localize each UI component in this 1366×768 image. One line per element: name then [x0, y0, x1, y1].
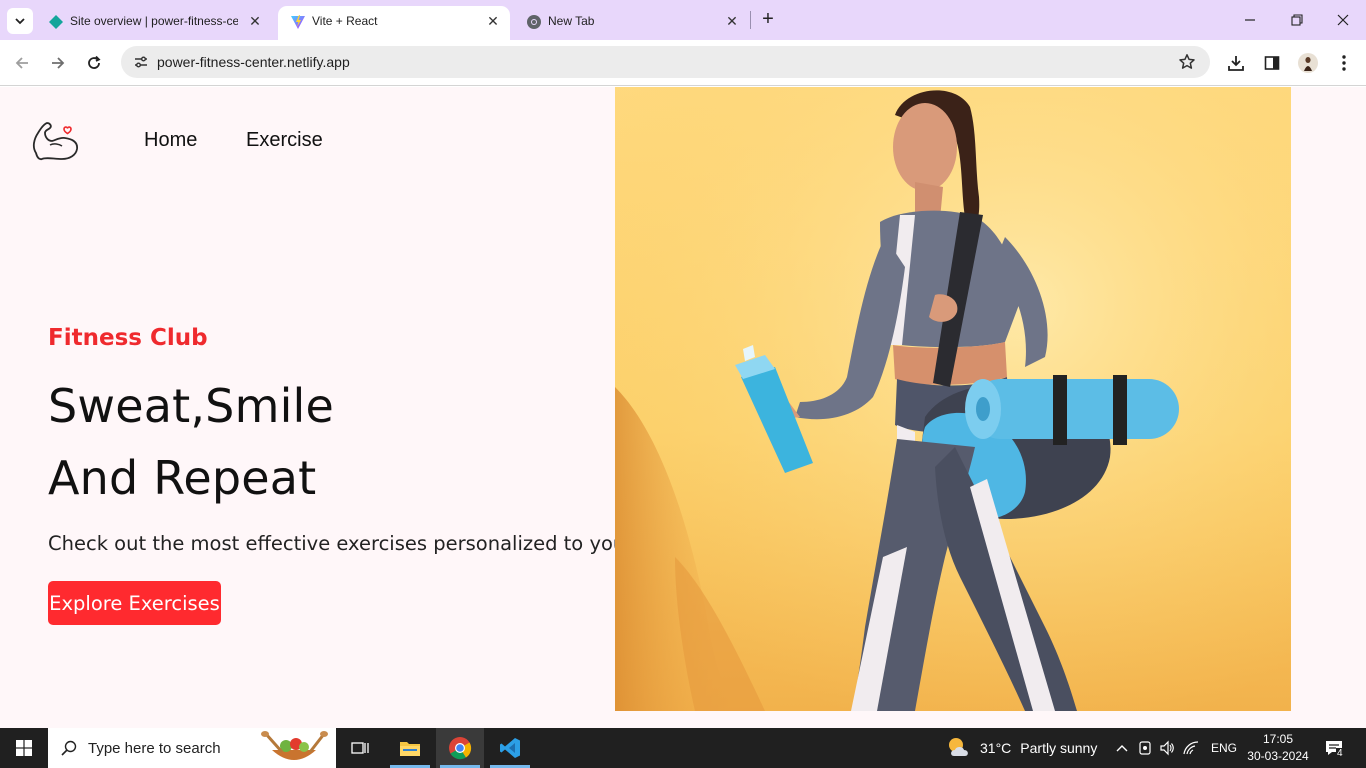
wifi-icon[interactable]: [1183, 741, 1199, 755]
nav-exercise-link[interactable]: Exercise: [246, 129, 323, 152]
web-page: Home Exercise Fitness Club Sweat,Smile A…: [0, 87, 1366, 728]
search-placeholder: Type here to search: [88, 740, 221, 757]
arrow-right-icon: [52, 57, 65, 69]
chevron-up-icon[interactable]: [1115, 743, 1129, 753]
input-language[interactable]: ENG: [1211, 741, 1237, 755]
explore-exercises-button[interactable]: Explore Exercises: [48, 581, 221, 625]
profile-avatar[interactable]: [1297, 52, 1319, 74]
task-view-button[interactable]: [336, 728, 384, 768]
task-view-icon: [351, 742, 369, 754]
taskbar-search-box[interactable]: Type here to search: [48, 728, 336, 768]
file-explorer-button[interactable]: [386, 728, 434, 768]
meet-now-icon[interactable]: [1138, 740, 1152, 756]
volume-icon[interactable]: [1159, 740, 1175, 756]
address-bar[interactable]: power-fitness-center.netlify.app: [121, 46, 1210, 78]
salad-bowl-icon: [261, 731, 328, 760]
notifications-button[interactable]: 4: [1324, 728, 1348, 768]
search-icon: [61, 740, 77, 756]
chrome-taskbar-button[interactable]: [436, 728, 484, 768]
folder-icon: [400, 742, 420, 756]
download-icon: [1228, 56, 1244, 71]
hero-subtitle: Check out the most effective exercises p…: [48, 532, 626, 555]
restore-icon: [1291, 14, 1303, 26]
nav-home-link[interactable]: Home: [144, 129, 197, 152]
system-tray: ENG: [1115, 728, 1237, 768]
browser-toolbar: power-fitness-center.netlify.app: [0, 40, 1366, 86]
bookmark-star-icon[interactable]: [1178, 53, 1196, 71]
clock-time: 17:05: [1262, 732, 1294, 746]
start-button[interactable]: [0, 728, 48, 768]
minimize-button[interactable]: [1240, 10, 1260, 30]
weather-temperature: 31°C: [980, 740, 1012, 756]
side-panel-button[interactable]: [1261, 52, 1283, 74]
clock-date: 30-03-2024: [1247, 749, 1309, 763]
woman-with-yoga-mat-illustration: [615, 87, 1291, 711]
tab-search-button[interactable]: [7, 8, 33, 34]
tab-title: New Tab: [548, 14, 595, 28]
hero-image: [615, 87, 1291, 711]
tab-title: Site overview | power-fitness-center: [70, 14, 238, 28]
avatar-icon: [1298, 53, 1318, 73]
vite-icon: [291, 15, 305, 29]
arrow-left-icon: [15, 57, 28, 69]
chrome-icon: [449, 737, 472, 760]
browser-menu-button[interactable]: [1333, 52, 1355, 74]
hero-eyebrow: Fitness Club: [48, 325, 208, 351]
site-settings-icon[interactable]: [133, 54, 149, 70]
vscode-button[interactable]: [486, 728, 534, 768]
weather-condition: Partly sunny: [1020, 740, 1098, 756]
chevron-down-icon: [15, 18, 25, 25]
close-icon: [1337, 14, 1349, 26]
flexed-arm-heart-logo[interactable]: [30, 117, 82, 165]
tab-strip: Site overview | power-fitness-center ✕ V…: [0, 0, 1366, 40]
back-button[interactable]: [11, 52, 33, 74]
close-icon[interactable]: ✕: [484, 12, 502, 30]
partly-sunny-icon: [949, 738, 968, 756]
window-close-button[interactable]: [1333, 10, 1353, 30]
hero-headline-line1: Sweat,Smile: [48, 379, 335, 433]
reload-icon: [88, 55, 101, 69]
downloads-button[interactable]: [1225, 52, 1247, 74]
close-icon[interactable]: ✕: [723, 12, 741, 30]
side-panel-icon: [1264, 56, 1280, 70]
minimize-icon: [1245, 19, 1255, 21]
weather-widget[interactable]: 31°C Partly sunny: [946, 728, 1097, 768]
windows-logo-icon: [16, 740, 32, 756]
new-tab-button[interactable]: +: [758, 9, 778, 29]
tab-vite-react[interactable]: Vite + React ✕: [278, 6, 510, 40]
tab-site-overview[interactable]: Site overview | power-fitness-center ✕: [36, 6, 274, 40]
hero-headline-line2: And Repeat: [48, 451, 317, 505]
forward-button[interactable]: [47, 52, 69, 74]
chrome-icon: [527, 15, 541, 29]
close-icon[interactable]: ✕: [246, 12, 264, 30]
more-vertical-icon: [1342, 55, 1346, 71]
notification-count: 4: [1336, 748, 1344, 759]
vscode-icon: [500, 738, 520, 758]
tab-new-tab[interactable]: New Tab ✕: [514, 6, 750, 40]
taskbar: Type here to search 31°C Partly sunny EN…: [0, 728, 1366, 768]
reload-button[interactable]: [83, 52, 105, 74]
tab-divider: [750, 11, 751, 29]
url-text: power-fitness-center.netlify.app: [157, 54, 350, 70]
tab-title: Vite + React: [312, 14, 378, 28]
netlify-diamond-icon: [49, 15, 63, 29]
restore-button[interactable]: [1287, 10, 1307, 30]
taskbar-clock[interactable]: 17:05 30-03-2024: [1240, 731, 1316, 765]
